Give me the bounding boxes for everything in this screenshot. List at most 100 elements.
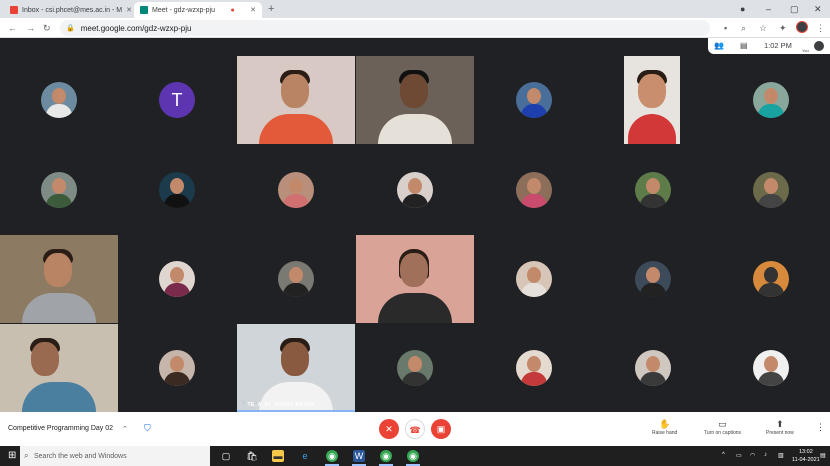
avatar xyxy=(397,350,433,386)
chrome-icon[interactable]: ◉ xyxy=(407,450,419,462)
reload-icon[interactable]: ↻ xyxy=(43,21,51,35)
meet-icon xyxy=(140,6,148,14)
participant-video xyxy=(624,56,680,144)
self-avatar[interactable] xyxy=(814,41,824,51)
avatar xyxy=(41,172,77,208)
participant-tile xyxy=(237,235,355,323)
recording-dot-icon: ● xyxy=(230,6,235,14)
meeting-time: 1:02 PM xyxy=(764,41,792,50)
forward-icon[interactable]: → xyxy=(26,21,35,35)
bookmark-star-icon[interactable]: ☆ xyxy=(759,21,767,35)
avatar xyxy=(516,172,552,208)
profile-avatar[interactable] xyxy=(796,21,808,33)
tab-title: Inbox - csi.phcet@mes.ac.in - M xyxy=(22,6,123,14)
new-tab-button[interactable]: + xyxy=(268,2,274,16)
end-call-button[interactable]: ☎ xyxy=(405,419,425,439)
participant-tile xyxy=(594,324,712,412)
battery-icon[interactable]: ▭ xyxy=(736,452,742,459)
avatar xyxy=(753,82,789,118)
participant-tile xyxy=(118,146,236,234)
people-icon[interactable]: 👥 xyxy=(714,40,724,52)
edge-icon[interactable]: e xyxy=(299,450,311,462)
menu-icon[interactable]: ⋮ xyxy=(816,21,825,35)
window-close-icon[interactable]: ✕ xyxy=(814,2,822,16)
windows-taskbar: ⊞ ⌕ Search the web and Windows ▢ 🛍 ▬ e ◉… xyxy=(0,446,830,466)
participant-name: ⫶ TE_A_61_VISHAL RAJAK xyxy=(243,401,315,408)
avatar xyxy=(753,172,789,208)
participant-video xyxy=(356,235,474,323)
participant-tile xyxy=(237,146,355,234)
speaking-icon: ⫶ xyxy=(243,401,245,407)
participant-tile xyxy=(594,235,712,323)
browser-tab-bar: Inbox - csi.phcet@mes.ac.in - M ✕ Meet -… xyxy=(0,0,830,18)
avatar xyxy=(516,261,552,297)
word-icon[interactable]: W xyxy=(353,450,365,462)
participant-video xyxy=(356,56,474,144)
chrome-icon[interactable]: ◉ xyxy=(380,450,392,462)
hand-icon: ✋ xyxy=(659,419,671,429)
participant-tile xyxy=(356,324,474,412)
chrome-icon[interactable]: ◉ xyxy=(326,450,338,462)
avatar xyxy=(278,172,314,208)
camera-off-button[interactable]: ▣ xyxy=(431,419,451,439)
wifi-icon[interactable]: ◠ xyxy=(750,452,755,459)
store-icon[interactable]: 🛍 xyxy=(246,450,258,462)
extensions-icon[interactable]: ✦ xyxy=(779,21,787,35)
participant-tile xyxy=(712,324,830,412)
more-options-icon[interactable]: ⋮ xyxy=(816,422,825,433)
avatar xyxy=(159,172,195,208)
network-icon[interactable]: ▥ xyxy=(778,452,784,459)
task-view-icon[interactable]: ▢ xyxy=(220,450,232,462)
participant-tile xyxy=(475,146,593,234)
chevron-up-icon[interactable]: ^ xyxy=(722,452,725,458)
avatar xyxy=(516,82,552,118)
present-now-button[interactable]: ⬆ Present now xyxy=(766,418,794,436)
participant-tile xyxy=(712,235,830,323)
volume-icon[interactable]: ♪ xyxy=(764,452,767,458)
raise-hand-button[interactable]: ✋ Raise hand xyxy=(652,418,677,436)
meet-bottom-bar: Competitive Programming Day 02 ⌃ ⛉ ✕ ☎ ▣… xyxy=(0,412,830,446)
avatar xyxy=(516,350,552,386)
windows-start-icon[interactable]: ⊞ xyxy=(8,451,16,461)
participant-tile xyxy=(475,56,593,144)
mic-off-button[interactable]: ✕ xyxy=(379,419,399,439)
camera-icon[interactable]: ▪ xyxy=(724,21,727,35)
participant-tile xyxy=(0,146,118,234)
avatar xyxy=(278,261,314,297)
avatar xyxy=(159,350,195,386)
zoom-icon[interactable]: ⌕ xyxy=(741,21,746,35)
participant-tile xyxy=(0,56,118,144)
maximize-icon[interactable]: ▢ xyxy=(790,2,799,16)
gmail-icon xyxy=(10,6,18,14)
captions-button[interactable]: ▭ Turn on captions xyxy=(704,418,741,436)
shield-icon[interactable]: ⛉ xyxy=(144,423,151,434)
participant-tile xyxy=(475,324,593,412)
participant-tile xyxy=(118,235,236,323)
participant-tile xyxy=(712,56,830,144)
avatar xyxy=(159,261,195,297)
close-icon[interactable]: ✕ xyxy=(246,6,256,14)
chevron-up-icon[interactable]: ⌃ xyxy=(122,425,128,433)
avatar xyxy=(753,350,789,386)
back-icon[interactable]: ← xyxy=(8,21,17,35)
lock-icon: 🔒 xyxy=(66,25,75,32)
avatar xyxy=(635,172,671,208)
minimize-icon[interactable]: – xyxy=(766,2,771,16)
file-explorer-icon[interactable]: ▬ xyxy=(272,450,284,462)
participant-tile xyxy=(118,324,236,412)
search-placeholder: Search the web and Windows xyxy=(34,452,127,460)
participant-video-active: ⫶ TE_A_61_VISHAL RAJAK xyxy=(237,324,355,412)
profile-menu-icon[interactable]: ● xyxy=(740,2,745,16)
tab-inbox[interactable]: Inbox - csi.phcet@mes.ac.in - M ✕ xyxy=(4,2,132,18)
close-icon[interactable]: ✕ xyxy=(122,6,132,14)
taskbar-search[interactable]: ⌕ Search the web and Windows xyxy=(20,446,210,466)
avatar xyxy=(753,261,789,297)
chat-icon[interactable]: ▤ xyxy=(740,40,748,52)
tab-meet[interactable]: Meet - gdz-wzxp-pju ● ✕ xyxy=(134,2,262,18)
avatar xyxy=(635,350,671,386)
avatar xyxy=(41,82,77,118)
url-field[interactable]: 🔒 meet.google.com/gdz-wzxp-pju xyxy=(60,20,710,36)
notifications-icon[interactable]: ▤ xyxy=(820,452,826,459)
meeting-title[interactable]: Competitive Programming Day 02 xyxy=(8,425,113,432)
taskbar-clock[interactable]: 13:02 11-04-2021 xyxy=(792,448,820,464)
